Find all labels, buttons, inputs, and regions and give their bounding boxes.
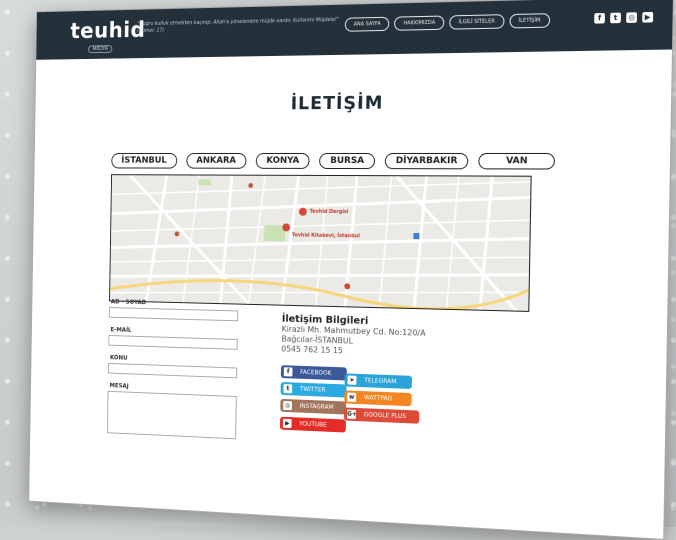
youtube-icon: ▶ — [282, 418, 292, 429]
twitter-button[interactable]: t TWITTER — [280, 381, 347, 398]
city-tab-diyarbakir[interactable]: DİYARBAKIR — [384, 152, 469, 170]
name-input[interactable] — [108, 307, 239, 322]
youtube-icon[interactable]: ▶ — [642, 11, 654, 23]
city-tab-van[interactable]: VAN — [478, 152, 556, 170]
youtube-label: YOUTUBE — [299, 420, 327, 429]
web-page: teuhid MEDYA "Doğru kulluk etmekten kaçı… — [28, 0, 675, 540]
instagram-icon: ◎ — [283, 400, 292, 411]
city-tab-bursa[interactable]: BURSA — [319, 152, 376, 170]
city-tab-ankara[interactable]: ANKARA — [186, 152, 247, 169]
youtube-button[interactable]: ▶ YOUTUBE — [279, 416, 346, 433]
nav-about[interactable]: HAKKIMIZDA — [394, 15, 445, 31]
google-plus-label: GOOGLE PLUS — [363, 411, 407, 421]
page-title: İLETİŞİM — [290, 92, 384, 115]
header-social-links: f t ◎ ▶ — [594, 11, 654, 24]
twitter-icon[interactable]: t — [610, 12, 621, 24]
site-logo[interactable]: teuhid — [70, 18, 145, 44]
google-plus-icon: G+ — [346, 409, 357, 419]
instagram-icon[interactable]: ◎ — [626, 12, 638, 23]
header-tagline: "Doğru kulluk etmekten kaçınıp, Allah'a … — [137, 16, 340, 34]
subject-input[interactable] — [107, 362, 238, 379]
city-tab-konya[interactable]: KONYA — [255, 152, 311, 169]
nav-home[interactable]: ANA SAYFA — [344, 16, 390, 32]
instagram-button[interactable]: ◎ INSTAGRAM — [280, 398, 347, 415]
logo-subtitle: MEDYA — [87, 45, 113, 54]
monitor-screen: teuhid MEDYA "Doğru kulluk etmekten kaçı… — [28, 0, 675, 540]
map-pin-dergi[interactable]: Tevhid Dergisi — [310, 209, 349, 215]
wattpad-button[interactable]: w WATTPAD — [344, 390, 412, 407]
twitter-label: TWITTER — [299, 385, 326, 394]
wattpad-label: WATTPAD — [363, 394, 393, 403]
contact-form: AD - SOYAD E-MAİL KONU MESAJ — [106, 290, 239, 440]
wattpad-icon: w — [347, 392, 357, 402]
facebook-icon[interactable]: f — [594, 12, 605, 24]
facebook-label: FACEBOOK — [300, 368, 332, 377]
telegram-button[interactable]: ➤ TELEGRAM — [344, 373, 413, 390]
nav-related-sites[interactable]: İLGİLİ SİTELER — [449, 14, 505, 30]
google-plus-button[interactable]: G+ GOOGLE PLUS — [343, 407, 420, 424]
email-input[interactable] — [108, 334, 238, 350]
message-textarea[interactable] — [106, 390, 237, 440]
city-tab-istanbul[interactable]: İSTANBUL — [111, 152, 178, 169]
facebook-icon: f — [283, 367, 293, 377]
telegram-icon: ➤ — [347, 375, 357, 385]
main-nav: ANA SAYFA HAKKIMIZDA İLGİLİ SİTELER İLET… — [344, 13, 550, 32]
instagram-label: INSTAGRAM — [299, 402, 334, 412]
nav-contact[interactable]: İLETİŞİM — [509, 13, 550, 29]
twitter-icon: t — [283, 384, 293, 394]
telegram-label: TELEGRAM — [364, 377, 397, 386]
contact-info: İletişim Bilgileri Kirazlı Mh. Mahmutbey… — [281, 314, 426, 359]
city-tabs: İSTANBUL ANKARA KONYA BURSA DİYARBAKIR V… — [111, 152, 556, 170]
map-pin-kitabevi[interactable]: Tevhid Kitabevi, İstanbul — [292, 232, 360, 239]
site-header: teuhid MEDYA "Doğru kulluk etmekten kaçı… — [36, 0, 673, 60]
facebook-button[interactable]: f FACEBOOK — [280, 365, 347, 381]
